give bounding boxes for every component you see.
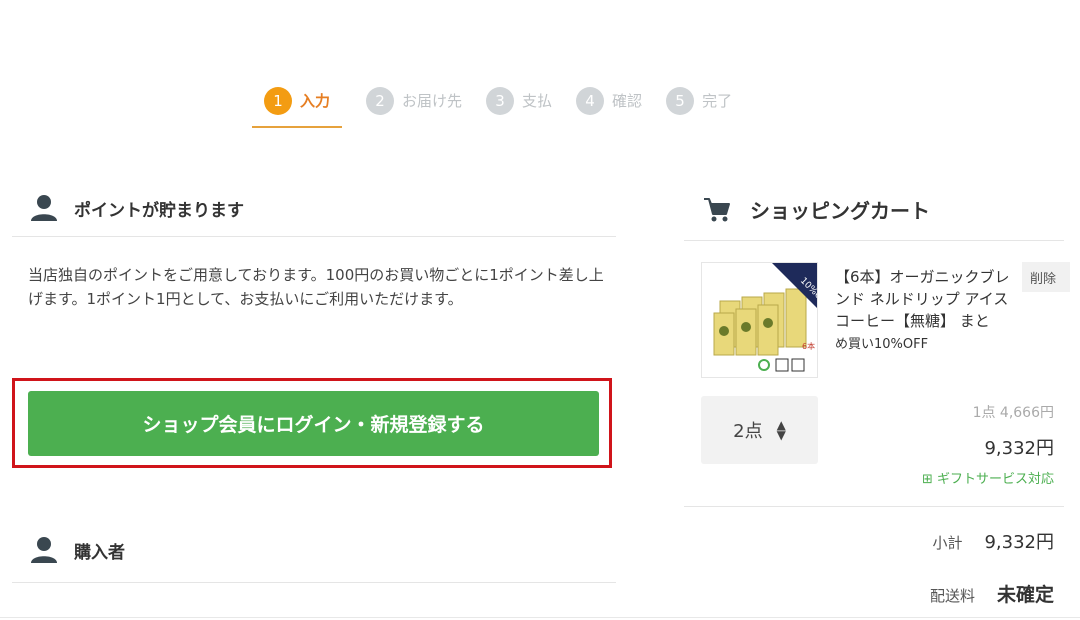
step-input: 1 入力 xyxy=(252,86,343,128)
divider xyxy=(0,617,1080,618)
quantity-value: 2点 xyxy=(733,421,763,442)
gift-service-label: ⊞ ギフトサービス対応 xyxy=(922,468,1054,487)
login-register-button[interactable]: ショップ会員にログイン・新規登録する xyxy=(28,391,599,456)
shipping-value: 未確定 xyxy=(996,584,1054,606)
step-payment: 3 支払 xyxy=(486,86,552,128)
user-icon xyxy=(31,195,57,221)
user-icon xyxy=(31,537,57,563)
points-section: ポイントが貯まります 当店独自のポイントをご用意しております。100円のお買い物… xyxy=(12,180,616,311)
step-number: 5 xyxy=(666,87,695,115)
subtotal-label: 小計 xyxy=(932,534,963,552)
shopping-cart: ショッピングカート 10%OFF 6本 【6本】オーガニックブレンド ネルドリッ… xyxy=(684,180,1070,606)
points-title: ポイントが貯まります xyxy=(74,200,244,221)
shipping-label: 配送料 xyxy=(929,587,975,605)
subtotal-row: 小計 9,332円 xyxy=(932,528,1054,554)
step-confirm: 4 確認 xyxy=(576,86,642,128)
gift-icon: ⊞ xyxy=(921,472,933,487)
step-label: 支払 xyxy=(522,92,553,110)
cart-icon xyxy=(704,198,730,222)
step-complete: 5 完了 xyxy=(666,86,732,128)
item-total-price: 9,332円 xyxy=(984,438,1054,459)
cart-title: ショッピングカート xyxy=(750,198,930,223)
step-delivery: 2 お届け先 xyxy=(366,86,462,128)
product-name-main: 【6本】オーガニックブレンド ネルドリップ アイスコーヒー【無糖】 まと xyxy=(835,268,1010,330)
step-number: 2 xyxy=(366,87,395,115)
points-header: ポイントが貯まります xyxy=(12,180,616,236)
subtotal-value: 9,332円 xyxy=(984,532,1054,553)
step-label: 完了 xyxy=(702,92,733,110)
quantity-selector[interactable]: 2点 ▲ ▼ xyxy=(701,396,818,464)
quantity-stepper-icon: ▲ ▼ xyxy=(776,418,786,442)
buyer-header: 購入者 xyxy=(12,522,616,578)
divider xyxy=(12,582,616,583)
step-number: 3 xyxy=(486,87,515,115)
delete-item-button[interactable]: 削除 xyxy=(1022,262,1070,292)
product-thumbnail-graphic: 10%OFF 6本 xyxy=(702,263,817,377)
step-label: お届け先 xyxy=(402,92,463,110)
product-image[interactable]: 10%OFF 6本 xyxy=(701,262,818,378)
buyer-title: 購入者 xyxy=(74,542,125,563)
buyer-section: 購入者 xyxy=(12,537,616,583)
divider xyxy=(684,240,1064,241)
shipping-row: 配送料 未確定 xyxy=(930,580,1054,607)
step-label: 入力 xyxy=(300,92,331,110)
points-description: 当店独自のポイントをご用意しております。100円のお買い物ごとに1ポイント差し上… xyxy=(28,266,604,308)
unit-price: 1点 4,666円 xyxy=(972,405,1054,421)
gift-service-text: ギフトサービス対応 xyxy=(936,472,1054,487)
step-number: 1 xyxy=(264,87,292,115)
step-number: 4 xyxy=(576,87,605,115)
svg-text:6本: 6本 xyxy=(802,341,815,351)
product-name-tail: め買い10%OFF xyxy=(835,337,929,352)
product-name[interactable]: 【6本】オーガニックブレンド ネルドリップ アイスコーヒー【無糖】 まと め買い… xyxy=(835,266,1015,356)
divider xyxy=(684,506,1064,507)
step-label: 確認 xyxy=(612,92,643,110)
checkout-steps: 1 入力 2 お届け先 3 支払 4 確認 5 完了 xyxy=(252,86,756,128)
cart-header: ショッピングカート xyxy=(684,180,1064,238)
